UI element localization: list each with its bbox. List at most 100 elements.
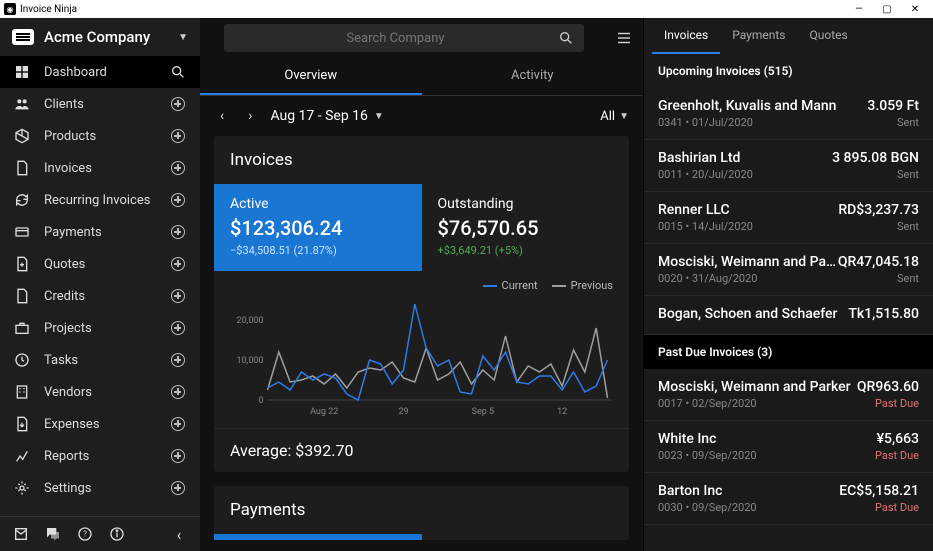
window-minimize-button[interactable]: —: [845, 4, 873, 15]
invoice-row[interactable]: Bashirian Ltd 0011 • 20/Jul/2020 3 895.0…: [644, 140, 933, 192]
sidebar-item-reports[interactable]: Reports: [0, 440, 200, 472]
mail-icon[interactable]: [12, 525, 30, 543]
sidebar-item-label: Expenses: [44, 417, 156, 432]
invoices-card: Invoices Active $123,306.24 −$34,508.51 …: [214, 136, 629, 472]
invoice-row[interactable]: Barton Inc 0030 • 09/Sep/2020 EC$5,158.2…: [644, 473, 933, 525]
sidebar-item-dashboard[interactable]: Dashboard: [0, 56, 200, 88]
window-close-button[interactable]: ✕: [901, 4, 929, 15]
file-icon: [14, 288, 30, 304]
right-tabs: Invoices Payments Quotes: [644, 18, 933, 54]
upcoming-header: Upcoming Invoices (515): [644, 54, 933, 88]
stat-outstanding-label: Outstanding: [438, 196, 614, 212]
date-next-button[interactable]: ›: [242, 108, 258, 124]
sidebar-item-invoices[interactable]: Invoices: [0, 152, 200, 184]
sidebar-item-credits[interactable]: Credits: [0, 280, 200, 312]
invoice-status: Sent: [867, 116, 919, 129]
invoice-amount: 3.059 Ft: [867, 98, 919, 114]
main-content: Overview Activity ‹ › Aug 17 - Sep 16 ▼ …: [200, 18, 643, 551]
add-icon[interactable]: [170, 448, 186, 464]
rtab-payments[interactable]: Payments: [720, 18, 797, 54]
add-icon[interactable]: [170, 96, 186, 112]
invoice-amount: 3 895.08 BGN: [832, 150, 919, 166]
invoices-chart: 010,00020,000Aug 2229Sep 512: [230, 296, 613, 416]
stat-outstanding-value: $76,570.65: [438, 216, 614, 240]
invoice-amount: Tk1,515.80: [848, 306, 919, 322]
search-icon[interactable]: [170, 64, 186, 80]
invoice-client: White Inc: [658, 431, 875, 447]
forum-icon[interactable]: [44, 525, 62, 543]
invoice-row[interactable]: Bogan, Schoen and Schaefer Tk1,515.80: [644, 296, 933, 335]
sidebar-item-products[interactable]: Products: [0, 120, 200, 152]
chevron-down-icon: ▼: [178, 32, 188, 43]
add-icon[interactable]: [170, 480, 186, 496]
invoice-client: Greenholt, Kuvalis and Mann: [658, 98, 867, 114]
stat-active[interactable]: Active $123,306.24 −$34,508.51 (21.87%): [214, 184, 422, 271]
pastdue-header: Past Due Invoices (3): [644, 335, 933, 369]
sidebar-item-vendors[interactable]: Vendors: [0, 376, 200, 408]
menu-icon[interactable]: [615, 29, 633, 47]
file-icon: [14, 160, 30, 176]
sidebar-item-tasks[interactable]: Tasks: [0, 344, 200, 376]
window-maximize-button[interactable]: ▢: [873, 4, 901, 15]
company-selector[interactable]: Acme Company ▼: [0, 18, 200, 56]
add-icon[interactable]: [170, 256, 186, 272]
rtab-invoices[interactable]: Invoices: [652, 18, 720, 54]
invoice-client: Bogan, Schoen and Schaefer: [658, 306, 848, 322]
invoice-client: Mosciski, Weimann and Parker: [658, 254, 838, 270]
sidebar-item-quotes[interactable]: Quotes: [0, 248, 200, 280]
invoice-client: Mosciski, Weimann and Parker: [658, 379, 857, 395]
invoice-amount: QR47,045.18: [838, 254, 919, 270]
stat-outstanding[interactable]: Outstanding $76,570.65 +$3,649.21 (+5%): [422, 184, 630, 271]
window-title: Invoice Ninja: [20, 4, 77, 15]
add-icon[interactable]: [170, 320, 186, 336]
filter-all-button[interactable]: All ▼: [600, 109, 629, 124]
invoice-row[interactable]: Mosciski, Weimann and Parker 0017 • 02/S…: [644, 369, 933, 421]
invoices-card-title: Invoices: [214, 136, 629, 184]
invoice-status: Past Due: [857, 397, 919, 410]
clock-icon: [14, 352, 30, 368]
add-icon[interactable]: [170, 288, 186, 304]
add-icon[interactable]: [170, 416, 186, 432]
search-box[interactable]: [224, 24, 584, 52]
add-icon[interactable]: [170, 128, 186, 144]
sidebar-item-expenses[interactable]: Expenses: [0, 408, 200, 440]
sidebar-item-recurring-invoices[interactable]: Recurring Invoices: [0, 184, 200, 216]
chart-icon: [14, 448, 30, 464]
invoice-status: Sent: [832, 168, 919, 181]
people-icon: [14, 96, 30, 112]
svg-text:?: ?: [83, 530, 87, 539]
invoice-status: Past Due: [875, 449, 919, 462]
sidebar-item-clients[interactable]: Clients: [0, 88, 200, 120]
invoice-row[interactable]: Renner LLC 0015 • 14/Jul/2020 RD$3,237.7…: [644, 192, 933, 244]
search-input[interactable]: [234, 31, 558, 46]
sidebar-item-projects[interactable]: Projects: [0, 312, 200, 344]
invoice-client: Bashirian Ltd: [658, 150, 832, 166]
collapse-sidebar-icon[interactable]: ‹: [170, 525, 188, 543]
sidebar-item-settings[interactable]: Settings: [0, 472, 200, 504]
add-icon[interactable]: [170, 384, 186, 400]
tab-overview[interactable]: Overview: [200, 58, 422, 95]
add-icon[interactable]: [170, 224, 186, 240]
sidebar-item-payments[interactable]: Payments: [0, 216, 200, 248]
invoice-row[interactable]: White Inc 0023 • 09/Sep/2020 ¥5,663 Past…: [644, 421, 933, 473]
cube-icon: [14, 128, 30, 144]
help-icon[interactable]: ?: [76, 525, 94, 543]
refresh-icon: [14, 192, 30, 208]
date-range-selector[interactable]: Aug 17 - Sep 16 ▼: [270, 108, 383, 124]
invoice-row[interactable]: Mosciski, Weimann and Parker 0020 • 31/A…: [644, 244, 933, 296]
dashboard-icon: [14, 64, 30, 80]
stat-active-label: Active: [230, 196, 406, 212]
info-icon[interactable]: [108, 525, 126, 543]
sidebar-item-label: Clients: [44, 97, 156, 112]
svg-text:0: 0: [258, 396, 263, 406]
add-icon[interactable]: [170, 192, 186, 208]
tab-activity[interactable]: Activity: [422, 58, 644, 95]
invoice-meta: 0011 • 20/Jul/2020: [658, 168, 832, 181]
date-prev-button[interactable]: ‹: [214, 108, 230, 124]
add-icon[interactable]: [170, 160, 186, 176]
invoice-amount: QR963.60: [857, 379, 919, 395]
invoice-row[interactable]: Greenholt, Kuvalis and Mann 0341 • 01/Ju…: [644, 88, 933, 140]
add-icon[interactable]: [170, 352, 186, 368]
rtab-quotes[interactable]: Quotes: [797, 18, 859, 54]
sidebar-item-label: Reports: [44, 449, 156, 464]
